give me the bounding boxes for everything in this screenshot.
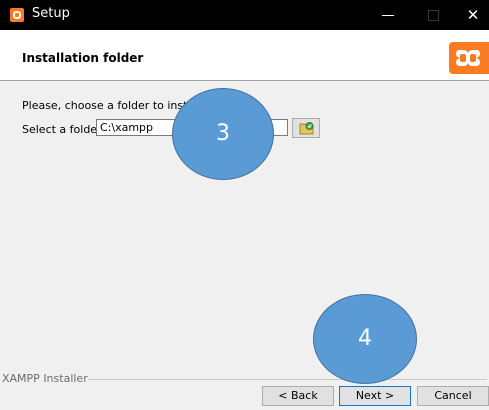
minimize-button[interactable] (364, 0, 410, 30)
xampp-icon (10, 8, 24, 22)
close-icon: ✕ (466, 6, 480, 24)
footer-divider (88, 379, 487, 380)
annotation-marker-4: 4 (313, 294, 417, 384)
close-button[interactable]: ✕ (450, 0, 489, 30)
window-title: Setup (32, 6, 70, 21)
annotation-marker-3: 3 (172, 88, 274, 180)
setup-window: Setup ✕ Installation folder Please, choo… (0, 0, 489, 410)
cancel-button[interactable]: Cancel (417, 386, 489, 406)
xampp-logo (449, 42, 489, 74)
next-button[interactable]: Next > (339, 386, 411, 406)
wizard-header: Installation folder (0, 30, 489, 81)
back-button[interactable]: < Back (262, 386, 334, 406)
xampp-logo-icon (456, 50, 480, 66)
browse-folder-button[interactable] (292, 118, 320, 138)
title-bar[interactable]: Setup ✕ (0, 0, 489, 30)
installer-group-label: XAMPP Installer (2, 372, 88, 385)
minimize-icon (382, 15, 394, 16)
folder-browse-icon (299, 122, 314, 135)
folder-label: Select a folder (22, 123, 102, 136)
maximize-icon (428, 10, 439, 21)
page-title: Installation folder (22, 51, 144, 65)
